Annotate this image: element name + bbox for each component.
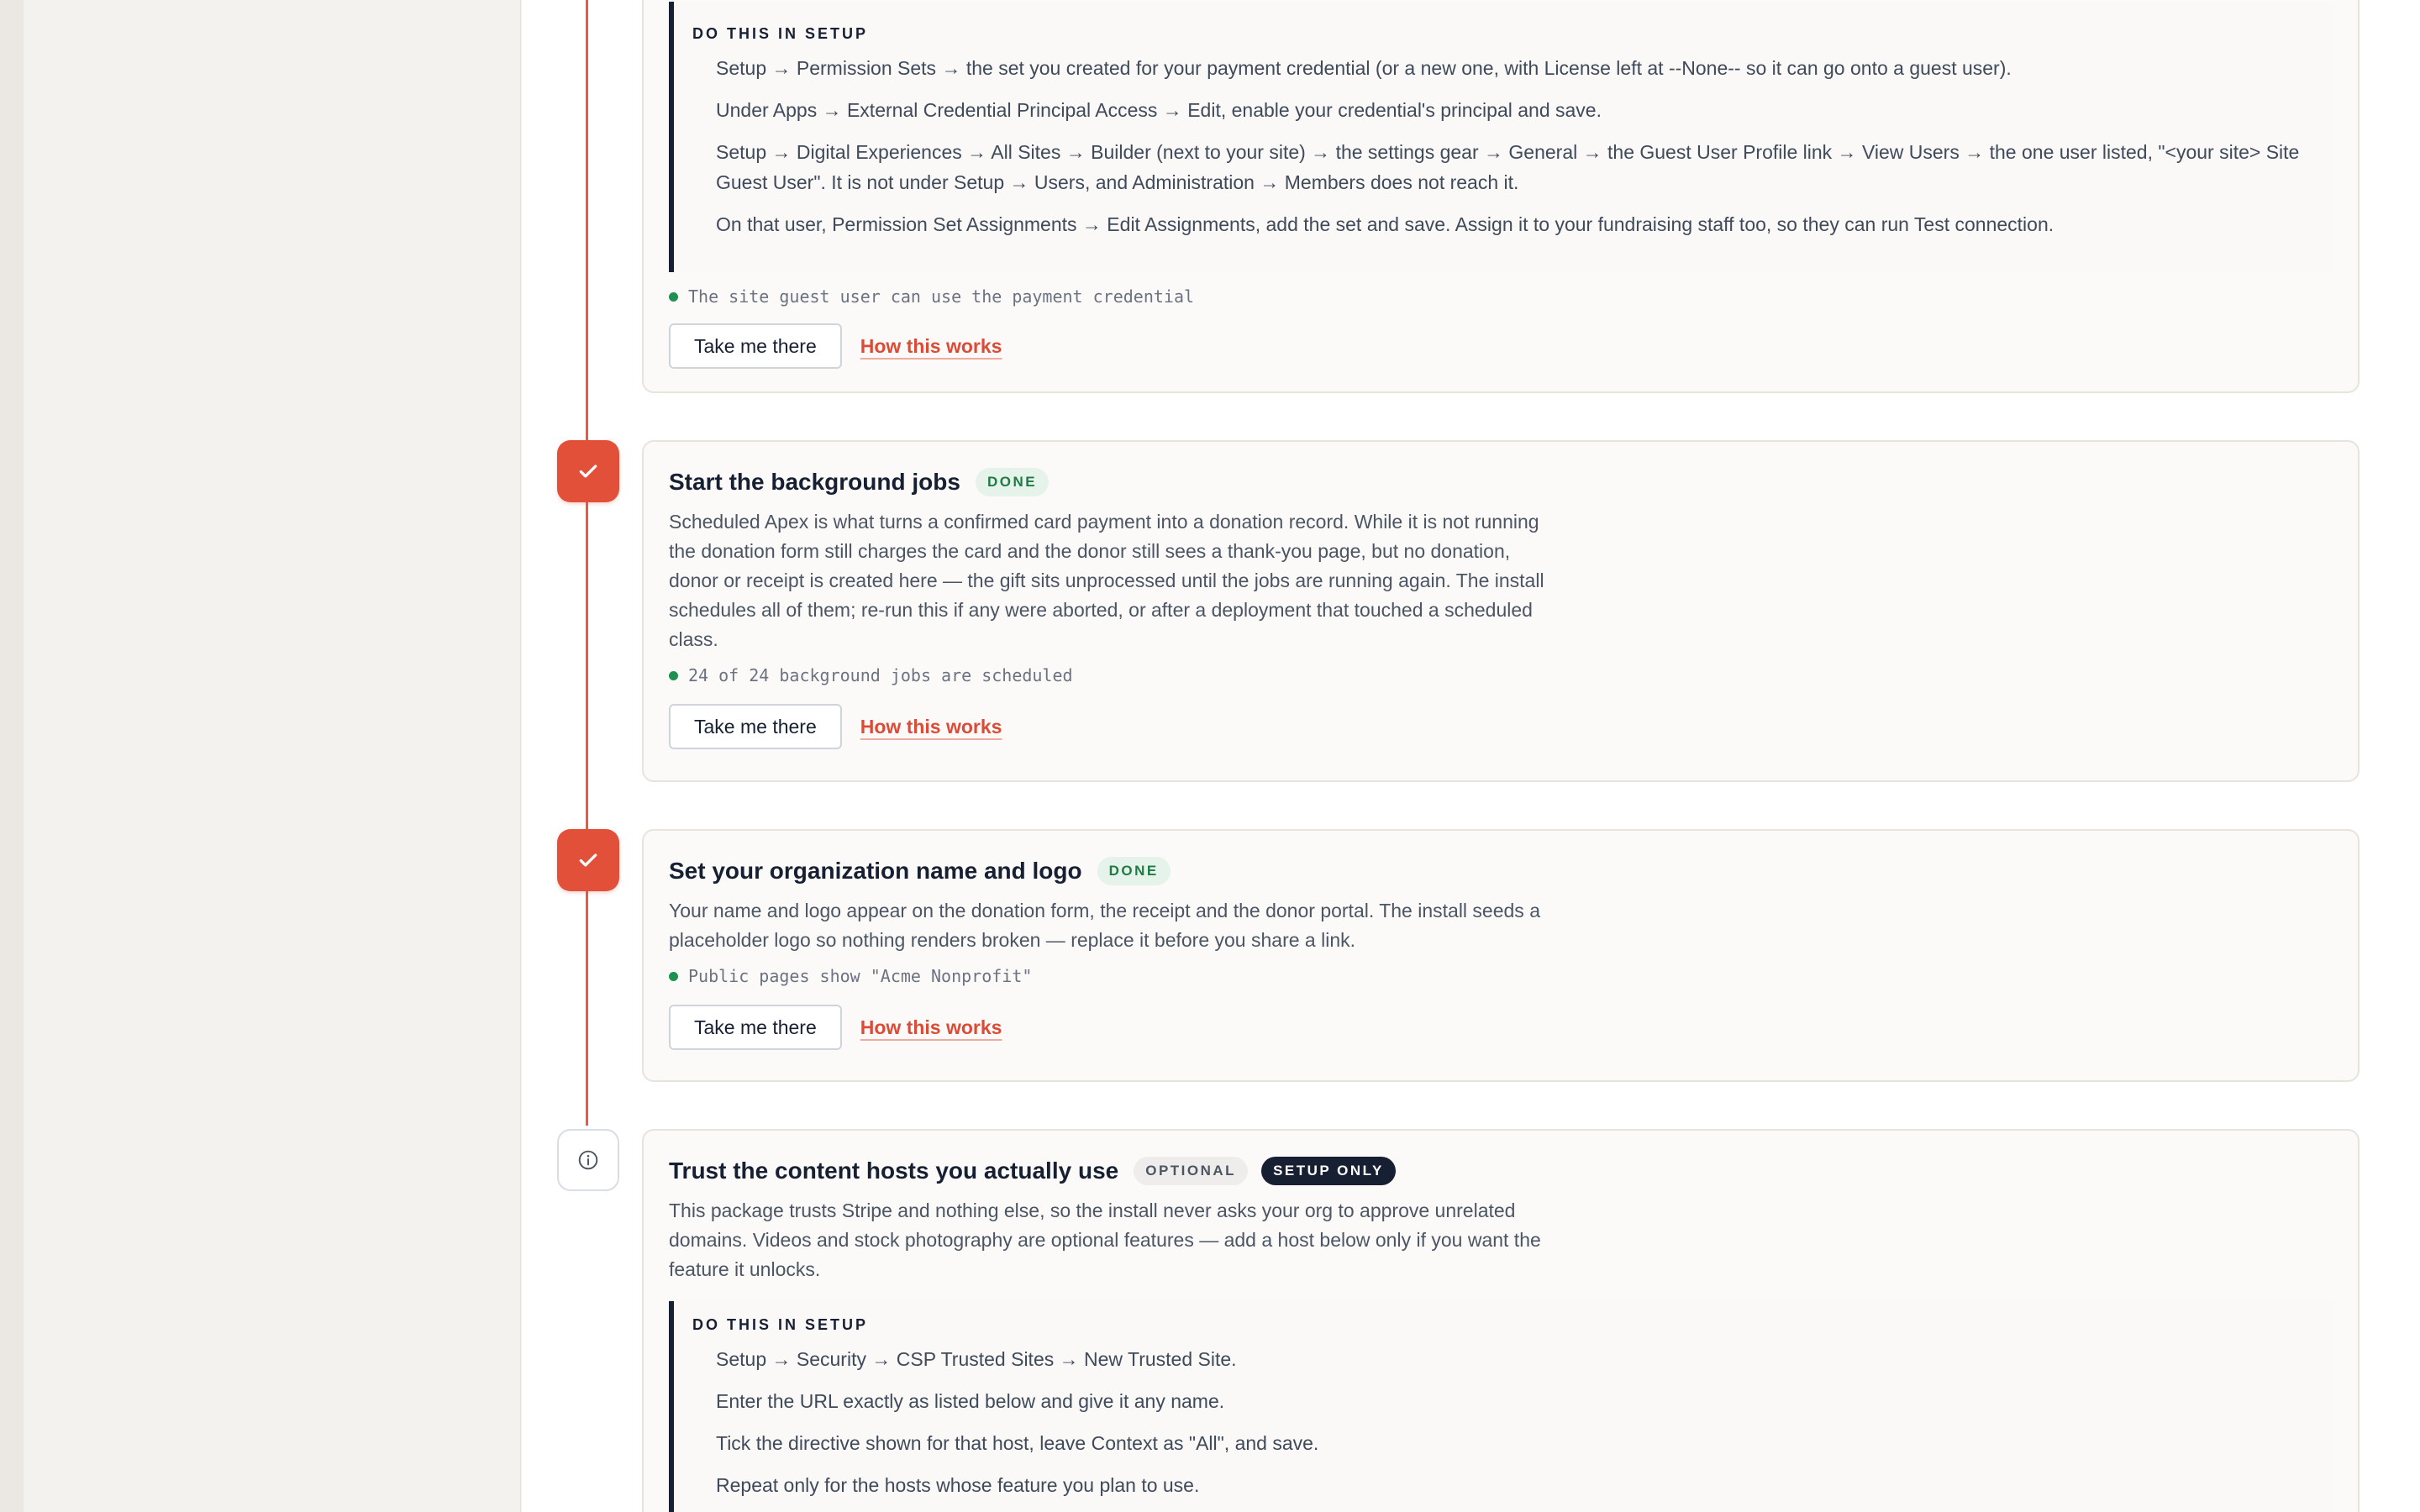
status-line: Public pages show "Acme Nonprofit" bbox=[669, 963, 2333, 989]
status-line: The site guest user can use the payment … bbox=[669, 284, 2333, 309]
step-description: Your name and logo appear on the donatio… bbox=[669, 900, 1540, 951]
setup-item: Setup → Digital Experiences → All Sites … bbox=[716, 141, 2300, 193]
left-rail bbox=[0, 0, 24, 1512]
timeline-connector bbox=[586, 0, 588, 1126]
step-status-done bbox=[557, 829, 619, 891]
take-me-there-button[interactable]: Take me there bbox=[669, 1005, 842, 1050]
how-this-works-link[interactable]: How this works bbox=[860, 1016, 1002, 1039]
setup-item: On that user, Permission Set Assignments… bbox=[716, 213, 2054, 235]
info-icon bbox=[578, 1150, 598, 1170]
step-header: Start the background jobs DONE bbox=[669, 464, 2333, 501]
status-text: The site guest user can use the payment … bbox=[688, 286, 1195, 307]
setup-only-badge: SETUP ONLY bbox=[1261, 1157, 1396, 1185]
status-dot bbox=[669, 291, 678, 302]
how-this-works-link[interactable]: How this works bbox=[860, 716, 1002, 738]
step-description: Scheduled Apex is what turns a confirmed… bbox=[669, 511, 1544, 650]
step-card-background-jobs: Start the background jobs DONE Scheduled… bbox=[642, 440, 2360, 782]
step-title: Set your organization name and logo bbox=[669, 858, 1082, 884]
setup-instructions: DO THIS IN SETUP Setup → Security → CSP … bbox=[669, 1301, 2333, 1512]
step-title: Trust the content hosts you actually use bbox=[669, 1158, 1119, 1184]
setup-heading: DO THIS IN SETUP bbox=[692, 25, 869, 42]
how-this-works-link[interactable]: How this works bbox=[860, 335, 1002, 358]
step-card-org-name-logo: Set your organization name and logo DONE… bbox=[642, 829, 2360, 1082]
status-dot bbox=[669, 670, 678, 680]
setup-item: Repeat only for the hosts whose feature … bbox=[716, 1474, 1200, 1496]
step-header: Set your organization name and logo DONE bbox=[669, 853, 2333, 890]
step-status-optional bbox=[557, 1129, 619, 1191]
status-text: Public pages show "Acme Nonprofit" bbox=[688, 966, 1033, 986]
check-icon bbox=[579, 853, 597, 867]
setup-item: Enter the URL exactly as listed below an… bbox=[716, 1390, 1225, 1412]
setup-instructions: DO THIS IN SETUP Setup → Permission Sets… bbox=[669, 2, 2333, 272]
step-actions: Take me there How this works bbox=[669, 703, 2333, 750]
setup-heading: DO THIS IN SETUP bbox=[692, 1316, 869, 1333]
done-badge: DONE bbox=[1097, 857, 1171, 885]
status-line: 24 of 24 background jobs are scheduled bbox=[669, 663, 2333, 688]
done-badge: DONE bbox=[975, 468, 1050, 496]
step-title: Start the background jobs bbox=[669, 469, 960, 495]
step-description: This package trusts Stripe and nothing e… bbox=[669, 1200, 1541, 1280]
setup-item: Setup → Permission Sets → the set you cr… bbox=[716, 57, 2012, 79]
step-card-guest-credential: DO THIS IN SETUP Setup → Permission Sets… bbox=[642, 0, 2360, 393]
take-me-there-button[interactable]: Take me there bbox=[669, 704, 842, 749]
status-text: 24 of 24 background jobs are scheduled bbox=[688, 665, 1073, 685]
step-actions: Take me there How this works bbox=[669, 1004, 2333, 1051]
sidebar bbox=[24, 0, 521, 1512]
step-actions: Take me there How this works bbox=[669, 323, 2333, 370]
setup-item: Tick the directive shown for that host, … bbox=[716, 1432, 1319, 1454]
setup-item: Setup → Security → CSP Trusted Sites → N… bbox=[716, 1348, 1237, 1370]
take-me-there-button[interactable]: Take me there bbox=[669, 323, 842, 369]
status-dot bbox=[669, 971, 678, 981]
step-header: Trust the content hosts you actually use… bbox=[669, 1152, 2333, 1189]
step-card-content-hosts: Trust the content hosts you actually use… bbox=[642, 1129, 2360, 1512]
step-status-done bbox=[557, 440, 619, 502]
check-icon bbox=[579, 465, 597, 478]
optional-badge: OPTIONAL bbox=[1134, 1157, 1249, 1185]
setup-item: Under Apps → External Credential Princip… bbox=[716, 99, 1602, 121]
